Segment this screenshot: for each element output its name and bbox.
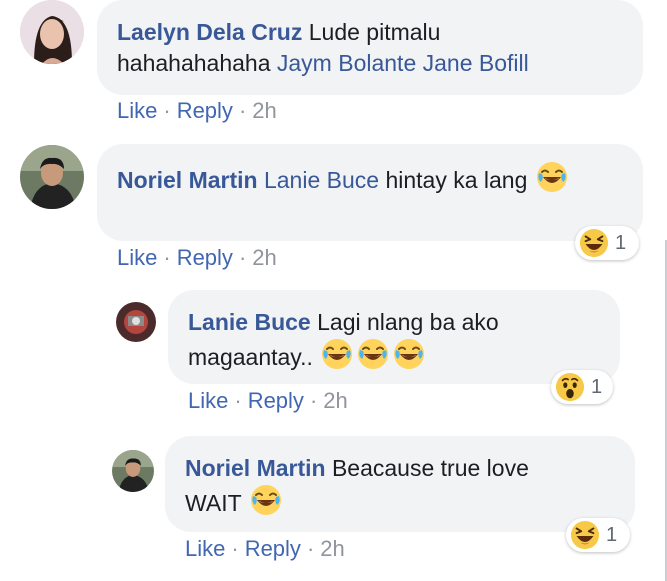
haha-reaction-icon	[570, 520, 600, 550]
comment-actions: Like · Reply · 2h	[117, 98, 277, 124]
reaction-count: 1	[606, 523, 618, 546]
reply-author[interactable]: Lanie Buce	[188, 309, 311, 335]
timestamp[interactable]: 2h	[320, 536, 344, 561]
timestamp[interactable]: 2h	[252, 98, 276, 123]
like-link[interactable]: Like	[185, 536, 225, 561]
mention-link[interactable]: Jane Bofill	[423, 50, 529, 76]
separator: ·	[238, 98, 247, 123]
comment-text: hahahahahaha	[117, 50, 271, 76]
comment-text: Lude pitmalu	[308, 19, 441, 45]
reply-link[interactable]: Reply	[177, 245, 233, 270]
separator: ·	[163, 245, 171, 270]
joy-emoji-icon	[321, 338, 353, 370]
reply-actions: Like · Reply · 2h	[185, 536, 345, 562]
reply-link[interactable]: Reply	[177, 98, 233, 123]
reply-actions: Like · Reply · 2h	[188, 388, 348, 414]
reply-text: magaantay..	[188, 344, 313, 370]
reaction-count: 1	[591, 375, 603, 398]
avatar[interactable]	[116, 302, 156, 342]
haha-reaction-icon	[579, 228, 609, 258]
comment-author[interactable]: Laelyn Dela Cruz	[117, 19, 302, 45]
reaction-count: 1	[615, 231, 627, 254]
wow-reaction-icon	[555, 372, 585, 402]
comment-author[interactable]: Noriel Martin	[117, 167, 258, 193]
reply-text: Beacause true love	[331, 455, 529, 481]
reaction-summary[interactable]: 1	[575, 226, 639, 260]
joy-emoji-icon	[250, 484, 282, 516]
avatar[interactable]	[112, 450, 154, 492]
reply-text: WAIT	[185, 490, 242, 516]
mention-link[interactable]: Lanie Buce	[264, 167, 379, 193]
reply-bubble: Noriel Martin Beacause true love WAIT	[165, 436, 635, 532]
joy-emoji-icon	[393, 338, 425, 370]
comment-text: hintay ka lang	[385, 167, 528, 193]
reply-link[interactable]: Reply	[248, 388, 304, 413]
reply-text: Lagi nlang ba ako	[317, 309, 499, 335]
reaction-summary[interactable]: 1	[566, 518, 630, 552]
like-link[interactable]: Like	[188, 388, 228, 413]
separator: ·	[231, 536, 239, 561]
comment-actions: Like · Reply · 2h	[117, 245, 277, 271]
like-link[interactable]: Like	[117, 98, 157, 123]
reaction-summary[interactable]: 1	[551, 370, 613, 404]
reply-link[interactable]: Reply	[245, 536, 301, 561]
timestamp[interactable]: 2h	[323, 388, 347, 413]
separator: ·	[309, 388, 318, 413]
reply-bubble: Lanie Buce Lagi nlang ba ako magaantay..	[168, 290, 620, 384]
separator: ·	[306, 536, 315, 561]
avatar[interactable]	[20, 145, 84, 209]
like-link[interactable]: Like	[117, 245, 157, 270]
comment-bubble: Noriel Martin Lanie Buce hintay ka lang	[97, 144, 643, 241]
mention-link[interactable]: Jaym Bolante	[277, 50, 416, 76]
comment-bubble: Laelyn Dela Cruz Lude pitmalu hahahahaha…	[97, 0, 643, 95]
separator: ·	[238, 245, 247, 270]
joy-emoji-icon	[536, 161, 568, 193]
separator: ·	[234, 388, 242, 413]
reply-author[interactable]: Noriel Martin	[185, 455, 326, 481]
timestamp[interactable]: 2h	[252, 245, 276, 270]
avatar[interactable]	[20, 0, 84, 64]
joy-emoji-icon	[357, 338, 389, 370]
separator: ·	[163, 98, 171, 123]
